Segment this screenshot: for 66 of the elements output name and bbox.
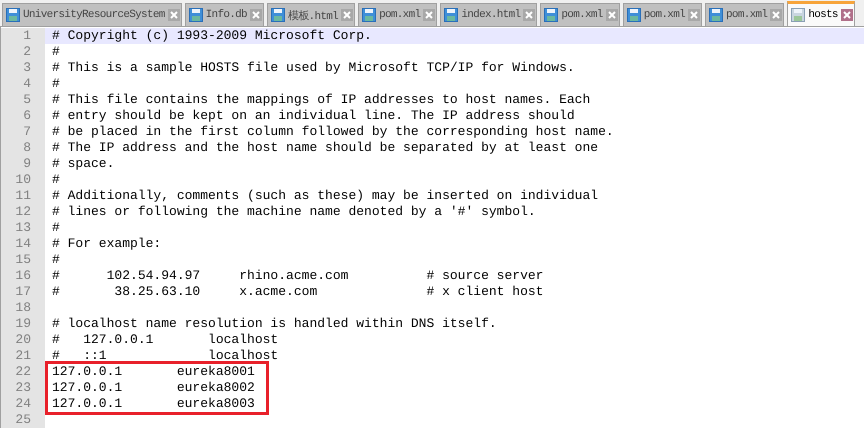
- file-tab[interactable]: 模板.html: [266, 3, 356, 26]
- line-number: 8: [1, 140, 45, 156]
- code-line: # Additionally, comments (such as these) may be inserted on individual: [52, 188, 598, 203]
- code-line: # For example:: [52, 236, 162, 251]
- code-line: #: [52, 172, 60, 187]
- file-tab[interactable]: UniversityResourceSystem: [2, 3, 182, 26]
- line-number: 17: [1, 284, 45, 300]
- code-line: # Copyright (c) 1993-2009 Microsoft Corp.: [52, 28, 372, 43]
- close-icon[interactable]: [168, 9, 180, 21]
- line-number: 18: [1, 300, 45, 316]
- line-number: 25: [1, 412, 45, 428]
- line-number: 23: [1, 380, 45, 396]
- close-icon[interactable]: [341, 9, 354, 21]
- close-icon[interactable]: [606, 9, 618, 21]
- line-number: 2: [1, 44, 45, 60]
- code-line: # space.: [52, 156, 114, 171]
- line-number: 13: [1, 220, 45, 236]
- line-number: 10: [1, 172, 45, 188]
- code-line: #: [52, 44, 60, 59]
- code-line: #: [52, 252, 60, 267]
- code-line: #: [52, 220, 60, 235]
- line-number: 21: [1, 348, 45, 364]
- code-line: #: [52, 76, 60, 91]
- file-tab[interactable]: hosts: [787, 1, 855, 26]
- line-number: 20: [1, 332, 45, 348]
- code-line: 127.0.0.1 eureka8001: [52, 364, 255, 379]
- line-number: 3: [1, 60, 45, 76]
- line-number: 1: [1, 28, 45, 44]
- file-tab[interactable]: pom.xml: [622, 3, 702, 26]
- code-line: 127.0.0.1 eureka8002: [52, 380, 255, 395]
- close-icon[interactable]: [770, 9, 782, 21]
- line-number: 11: [1, 188, 45, 204]
- code-line: # This is a sample HOSTS file used by Microsoft TCP/IP for Windows.: [52, 60, 575, 75]
- code-line: # ::1 localhost: [52, 348, 278, 363]
- line-number: 15: [1, 252, 45, 268]
- line-number: 6: [1, 108, 45, 124]
- line-number: 4: [1, 76, 45, 92]
- file-tab[interactable]: index.html: [440, 3, 538, 26]
- code-line: # localhost name resolution is handled within DNS itself.: [52, 316, 497, 331]
- close-icon[interactable]: [423, 9, 436, 21]
- code-line: # 102.54.94.97 rhino.acme.com # source server: [52, 268, 544, 283]
- code-line: # 38.25.63.10 x.acme.com # x client host: [52, 284, 544, 299]
- code-line: 127.0.0.1 eureka8003: [52, 396, 255, 411]
- line-number: 19: [1, 316, 45, 332]
- code-line: # be placed in the first column followed by the corresponding host name.: [52, 124, 614, 139]
- code-line: # lines or following the machine name denoted by a '#' symbol.: [52, 204, 536, 219]
- code-line: # entry should be kept on an individual line. The IP address should: [52, 108, 575, 123]
- line-number: 24: [1, 396, 45, 412]
- line-number: 12: [1, 204, 45, 220]
- file-tab[interactable]: pom.xml: [705, 3, 784, 26]
- file-tab[interactable]: Info.db: [184, 3, 264, 26]
- close-icon[interactable]: [523, 9, 536, 21]
- file-tab[interactable]: pom.xml: [540, 3, 620, 26]
- line-number: 14: [1, 236, 45, 252]
- code-line: # 127.0.0.1 localhost: [52, 332, 278, 347]
- close-icon[interactable]: [688, 9, 700, 21]
- line-number: 16: [1, 268, 45, 284]
- code-line: # This file contains the mappings of IP addresses to host names. Each: [52, 92, 590, 107]
- file-tab[interactable]: pom.xml: [358, 3, 438, 26]
- code-line: # The IP address and the host name should be separated by at least one: [52, 140, 598, 155]
- line-number: 7: [1, 124, 45, 140]
- close-icon[interactable]: [840, 9, 853, 21]
- line-number: 22: [1, 364, 45, 380]
- line-number: 5: [1, 92, 45, 108]
- line-number: 9: [1, 156, 45, 172]
- close-icon[interactable]: [250, 9, 262, 21]
